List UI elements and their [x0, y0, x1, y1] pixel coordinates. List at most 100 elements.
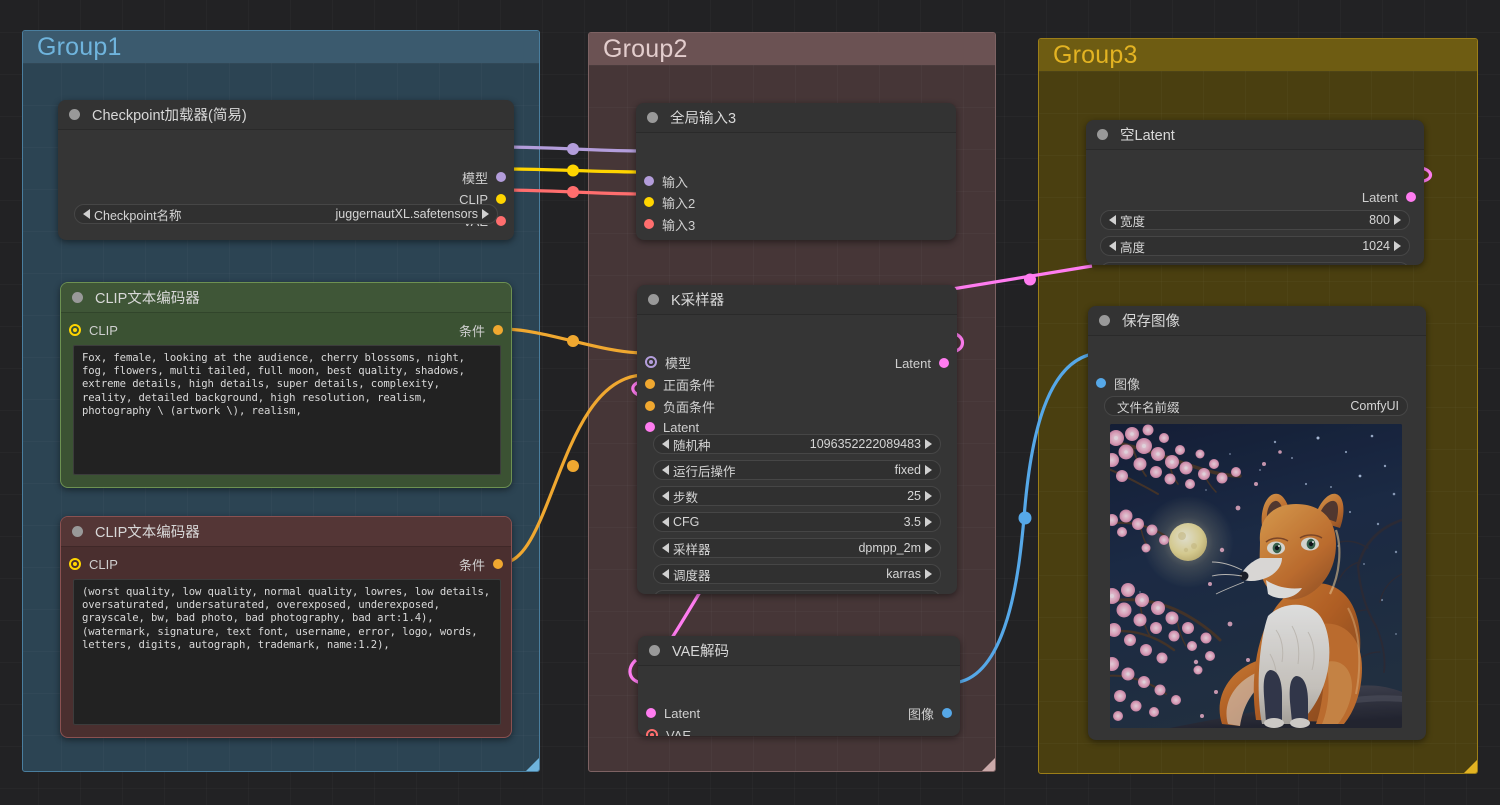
increment-arrow-icon[interactable] — [925, 439, 932, 449]
input-pin-latent[interactable] — [645, 422, 655, 432]
graph-canvas[interactable]: Group1 Group2 Group3 Checkpoint加载器(简易) 模… — [0, 0, 1500, 805]
input-slot-positive[interactable]: 正面条件 — [645, 375, 715, 393]
node-global-input-3[interactable]: 全局输入3 输入 输入2 输入3 — [636, 103, 956, 240]
node-header[interactable]: CLIP文本编码器 — [61, 283, 511, 313]
output-pin-latent[interactable] — [1406, 192, 1416, 202]
input-slot-vae[interactable]: VAE — [646, 726, 691, 736]
input-pin-vae[interactable] — [644, 219, 654, 229]
output-slot-image[interactable]: 图像 — [908, 704, 952, 722]
widget-batch-size[interactable]: 批次大小 1 — [1100, 262, 1410, 265]
widget-control-after-generate[interactable]: 运行后操作 fixed — [653, 460, 941, 480]
output-pin-clip[interactable] — [496, 194, 506, 204]
collapse-dot-icon[interactable] — [72, 292, 83, 303]
widget-width[interactable]: 宽度 800 — [1100, 210, 1410, 230]
output-slot-model[interactable]: 模型 — [462, 168, 506, 186]
group-1-resize-handle[interactable] — [526, 758, 539, 771]
input-slot-2[interactable]: 输入2 — [644, 193, 695, 211]
increment-arrow-icon[interactable] — [482, 209, 489, 219]
collapse-dot-icon[interactable] — [69, 109, 80, 120]
output-slot-latent[interactable]: Latent — [1362, 188, 1416, 206]
output-pin-model[interactable] — [496, 172, 506, 182]
output-pin-conditioning[interactable] — [493, 559, 503, 569]
decrement-arrow-icon[interactable] — [1109, 241, 1116, 251]
input-slot-3[interactable]: 输入3 — [644, 215, 695, 233]
input-slot-1[interactable]: 输入 — [644, 172, 688, 190]
widget-seed[interactable]: 随机种 1096352222089483 — [653, 434, 941, 454]
input-pin-clip[interactable] — [69, 324, 81, 336]
input-slot-model[interactable]: 模型 — [645, 353, 691, 371]
node-header[interactable]: 空Latent — [1086, 120, 1424, 150]
input-slot-clip[interactable]: CLIP — [69, 555, 118, 573]
output-slot-conditioning[interactable]: 条件 — [459, 555, 503, 573]
collapse-dot-icon[interactable] — [648, 294, 659, 305]
node-header[interactable]: VAE解码 — [638, 636, 960, 666]
output-label: 模型 — [461, 170, 488, 186]
increment-arrow-icon[interactable] — [1394, 215, 1401, 225]
output-pin-latent[interactable] — [939, 358, 949, 368]
input-slot-clip[interactable]: CLIP — [69, 321, 118, 339]
input-pin-image[interactable] — [1096, 378, 1106, 388]
widget-steps[interactable]: 步数 25 — [653, 486, 941, 506]
input-slot-negative[interactable]: 负面条件 — [645, 397, 715, 415]
input-slot-latent[interactable]: Latent — [646, 704, 700, 722]
decrement-arrow-icon[interactable] — [662, 543, 669, 553]
output-slot-latent[interactable]: Latent — [895, 354, 949, 372]
image-preview[interactable] — [1110, 424, 1402, 728]
node-save-image[interactable]: 保存图像 图像 文件名前缀 ComfyUI — [1088, 306, 1426, 740]
input-pin-latent[interactable] — [646, 708, 656, 718]
input-pin-model[interactable] — [645, 356, 657, 368]
collapse-dot-icon[interactable] — [1097, 129, 1108, 140]
node-clip-text-encode-positive[interactable]: CLIP文本编码器 CLIP 条件 Fox, female, looking a… — [60, 282, 512, 488]
node-header[interactable]: CLIP文本编码器 — [61, 517, 511, 547]
increment-arrow-icon[interactable] — [925, 517, 932, 527]
widget-checkpoint-name[interactable]: Checkpoint名称 juggernautXL.safetensors — [74, 204, 498, 224]
widget-denoise[interactable]: 降噪 1.00 — [653, 590, 941, 594]
input-slot-image[interactable]: 图像 — [1096, 374, 1140, 392]
collapse-dot-icon[interactable] — [649, 645, 660, 656]
node-header[interactable]: 保存图像 — [1088, 306, 1426, 336]
decrement-arrow-icon[interactable] — [1109, 215, 1116, 225]
widget-value: karras — [886, 567, 921, 581]
increment-arrow-icon[interactable] — [925, 465, 932, 475]
input-pin-vae[interactable] — [646, 729, 658, 736]
decrement-arrow-icon[interactable] — [662, 439, 669, 449]
input-pin-negative-conditioning[interactable] — [645, 401, 655, 411]
increment-arrow-icon[interactable] — [925, 569, 932, 579]
node-vae-decode[interactable]: VAE解码 Latent VAE 图像 — [638, 636, 960, 736]
decrement-arrow-icon[interactable] — [662, 491, 669, 501]
input-pin-positive-conditioning[interactable] — [645, 379, 655, 389]
output-pin-vae[interactable] — [496, 216, 506, 226]
prompt-textarea-positive[interactable]: Fox, female, looking at the audience, ch… — [73, 345, 501, 475]
widget-cfg[interactable]: CFG 3.5 — [653, 512, 941, 532]
prompt-textarea-negative[interactable]: (worst quality, low quality, normal qual… — [73, 579, 501, 725]
input-pin-clip[interactable] — [644, 197, 654, 207]
input-pin-model[interactable] — [644, 176, 654, 186]
group-2-resize-handle[interactable] — [982, 758, 995, 771]
collapse-dot-icon[interactable] — [72, 526, 83, 537]
output-pin-conditioning[interactable] — [493, 325, 503, 335]
node-header[interactable]: 全局输入3 — [636, 103, 956, 133]
collapse-dot-icon[interactable] — [1099, 315, 1110, 326]
group-3-resize-handle[interactable] — [1464, 760, 1477, 773]
decrement-arrow-icon[interactable] — [662, 569, 669, 579]
input-pin-clip[interactable] — [69, 558, 81, 570]
node-header[interactable]: Checkpoint加载器(简易) — [58, 100, 514, 130]
output-slot-conditioning[interactable]: 条件 — [459, 321, 503, 339]
widget-scheduler[interactable]: 调度器 karras — [653, 564, 941, 584]
output-pin-image[interactable] — [942, 708, 952, 718]
collapse-dot-icon[interactable] — [647, 112, 658, 123]
node-ksampler[interactable]: K采样器 模型 正面条件 负面条件 Latent Latent 随机种 1096… — [637, 285, 957, 594]
widget-height[interactable]: 高度 1024 — [1100, 236, 1410, 256]
increment-arrow-icon[interactable] — [925, 491, 932, 501]
decrement-arrow-icon[interactable] — [662, 465, 669, 475]
node-header[interactable]: K采样器 — [637, 285, 957, 315]
widget-filename-prefix[interactable]: 文件名前缀 ComfyUI — [1104, 396, 1408, 416]
widget-sampler-name[interactable]: 采样器 dpmpp_2m — [653, 538, 941, 558]
decrement-arrow-icon[interactable] — [662, 517, 669, 527]
node-empty-latent[interactable]: 空Latent Latent 宽度 800 高度 1024 批次大小 — [1086, 120, 1424, 265]
increment-arrow-icon[interactable] — [1394, 241, 1401, 251]
node-checkpoint-loader[interactable]: Checkpoint加载器(简易) 模型 CLIP VAE Checkpoint… — [58, 100, 514, 240]
node-clip-text-encode-negative[interactable]: CLIP文本编码器 CLIP 条件 (worst quality, low qu… — [60, 516, 512, 738]
decrement-arrow-icon[interactable] — [83, 209, 90, 219]
increment-arrow-icon[interactable] — [925, 543, 932, 553]
